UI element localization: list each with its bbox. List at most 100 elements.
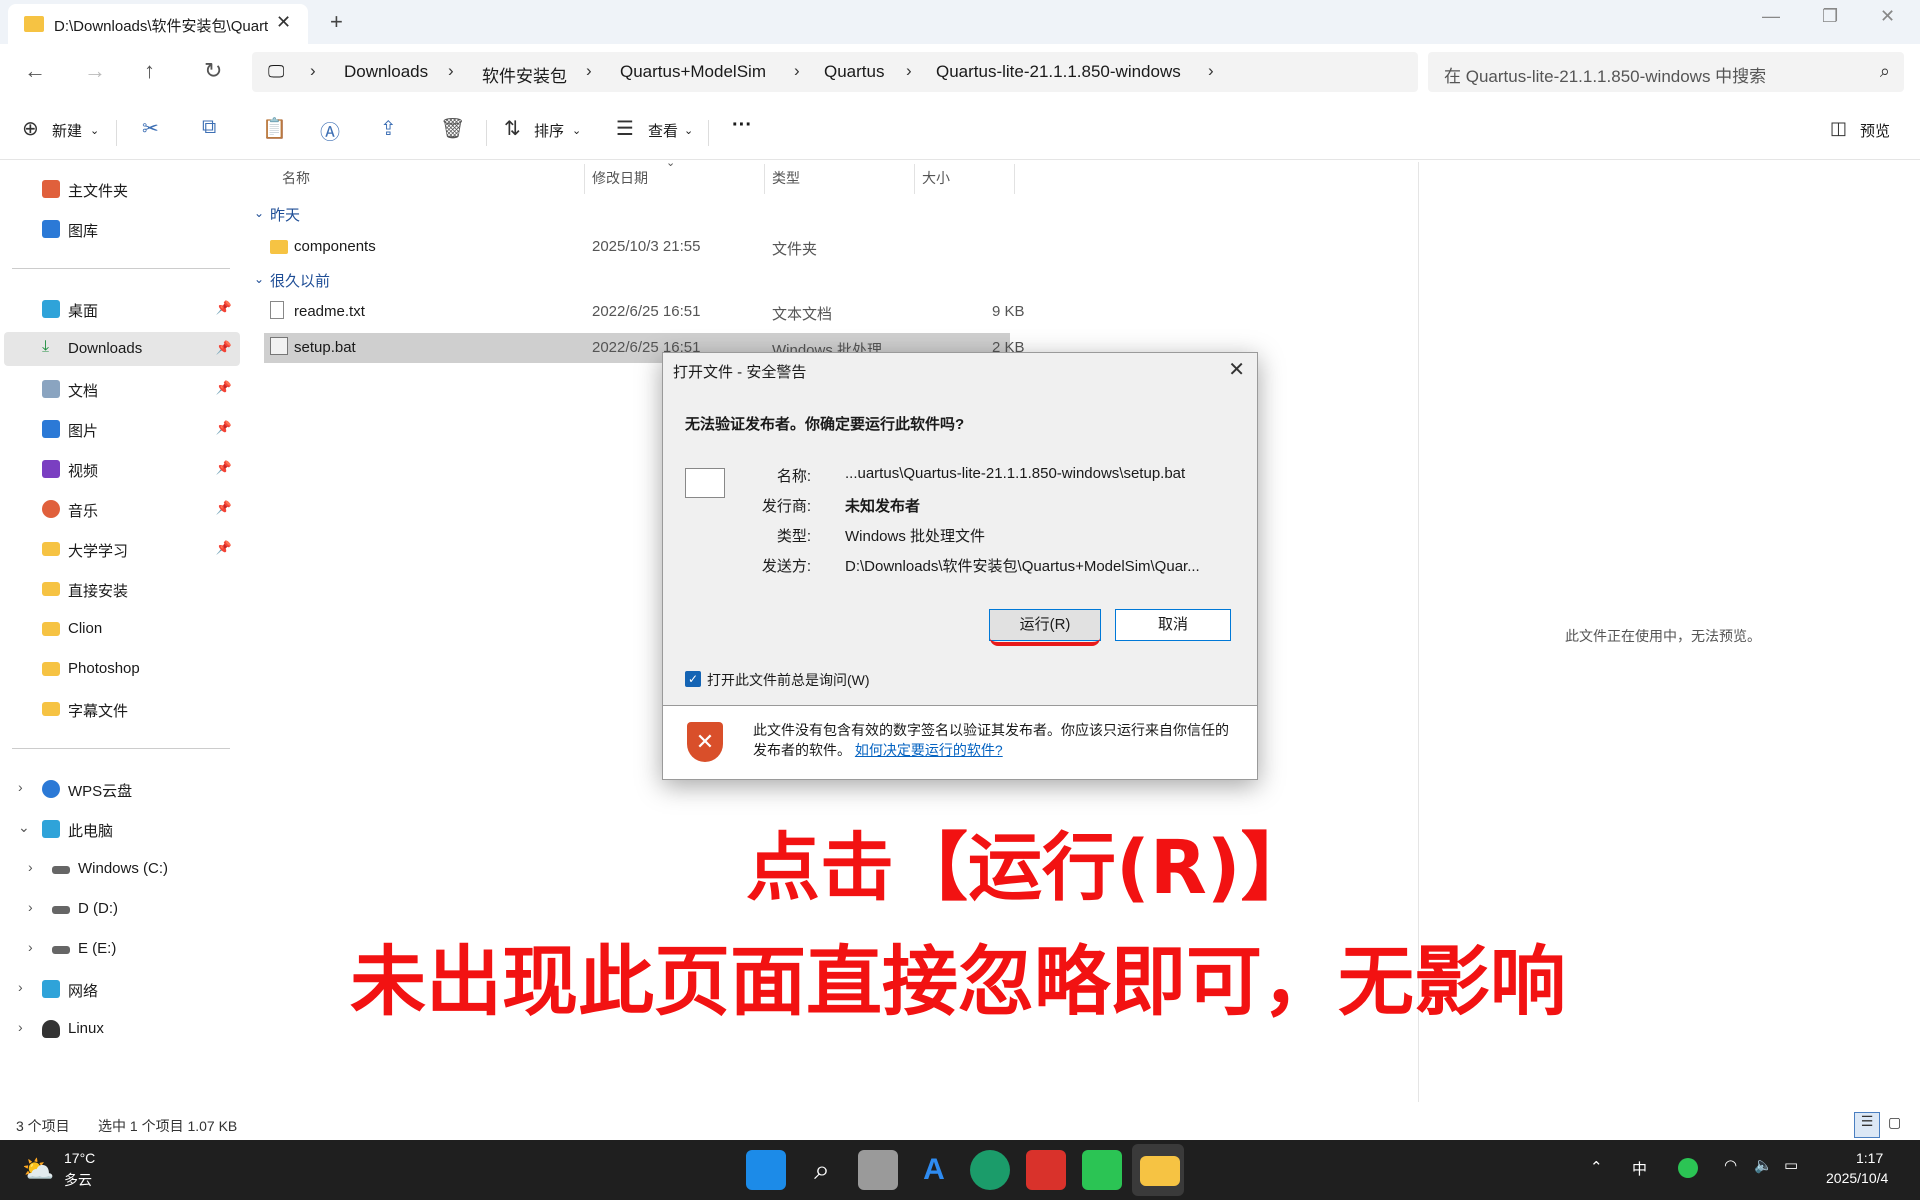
start-menu-icon[interactable] — [746, 1150, 786, 1190]
column-divider[interactable] — [914, 164, 915, 194]
chevron-right-icon[interactable]: › — [18, 1019, 23, 1035]
breadcrumb-item[interactable]: Quartus-lite-21.1.1.850-windows — [936, 62, 1181, 82]
chevron-down-icon[interactable]: ⌄ — [684, 124, 693, 137]
sidebar-item-pictures[interactable]: 图片 📌 — [4, 412, 240, 446]
chevron-right-icon[interactable]: › — [310, 61, 316, 81]
breadcrumb-item[interactable]: 软件安装包 — [482, 62, 567, 87]
pin-icon[interactable]: 📌 — [216, 500, 232, 516]
pin-icon[interactable]: 📌 — [216, 540, 232, 556]
weather-temp[interactable]: 17°C — [64, 1150, 95, 1166]
dialog-close-button[interactable]: ✕ — [1228, 357, 1245, 382]
search-icon[interactable]: ⌕ — [802, 1150, 842, 1190]
group-header[interactable]: 昨天 — [270, 204, 300, 225]
sidebar-item-direct-install[interactable]: 直接安装 — [4, 572, 240, 606]
sidebar-item-this-pc[interactable]: ⌄ 此电脑 — [4, 812, 240, 846]
sidebar-item-wps-cloud[interactable]: › WPS云盘 — [4, 772, 240, 806]
pin-icon[interactable]: 📌 — [216, 340, 232, 356]
help-link[interactable]: 如何决定要运行的软件? — [855, 742, 1003, 758]
tab-current[interactable]: D:\Downloads\软件安装包\Quartus+ModelSim\Quar… — [8, 4, 308, 44]
cancel-button[interactable]: 取消 — [1115, 609, 1231, 641]
breadcrumb-item[interactable]: Downloads — [344, 62, 428, 82]
share-icon[interactable]: ⇪ — [380, 116, 397, 141]
sidebar-item-drive-e[interactable]: › E (E:) — [4, 932, 240, 966]
preview-pane-icon[interactable]: ◫ — [1830, 118, 1847, 139]
chevron-down-icon[interactable]: ⌄ — [572, 124, 581, 137]
chevron-down-icon[interactable]: ⌄ — [90, 124, 99, 137]
sidebar-item-home[interactable]: 主文件夹 — [4, 172, 240, 206]
chevron-up-icon[interactable]: ⌃ — [1590, 1158, 1603, 1176]
breadcrumb-item[interactable]: Quartus — [824, 62, 884, 82]
sidebar-item-network[interactable]: › 网络 — [4, 972, 240, 1006]
chevron-right-icon[interactable]: › — [28, 899, 33, 915]
rename-icon[interactable]: Ⓐ — [320, 116, 340, 145]
sort-button[interactable]: 排序 — [534, 120, 564, 141]
delete-icon[interactable]: 🗑 — [440, 116, 465, 141]
tiles-view-icon[interactable]: ▢ — [1888, 1114, 1901, 1131]
tab-close-icon[interactable]: ✕ — [276, 12, 291, 33]
wps-icon[interactable] — [1026, 1150, 1066, 1190]
chevron-right-icon[interactable]: › — [28, 859, 33, 875]
chevron-right-icon[interactable]: › — [586, 61, 592, 81]
pin-icon[interactable]: 📌 — [216, 460, 232, 476]
view-icon[interactable]: ☰ — [616, 116, 634, 141]
sidebar-item-linux[interactable]: › Linux — [4, 1012, 240, 1046]
breadcrumb-item[interactable]: Quartus+ModelSim — [620, 62, 766, 82]
task-view-icon[interactable] — [858, 1150, 898, 1190]
chevron-down-icon[interactable]: ⌄ — [254, 206, 264, 220]
paste-icon[interactable]: 📋 — [262, 116, 287, 141]
clock-date[interactable]: 2025/10/4 — [1826, 1170, 1888, 1186]
column-divider[interactable] — [584, 164, 585, 194]
new-button[interactable]: 新建 — [52, 120, 82, 141]
sidebar-item-clion[interactable]: Clion — [4, 612, 240, 646]
always-ask-checkbox[interactable]: ✓ — [685, 671, 701, 687]
sidebar-item-drive-d[interactable]: › D (D:) — [4, 892, 240, 926]
copy-icon[interactable]: ⧉ — [202, 116, 216, 139]
column-header-name[interactable]: 名称 — [282, 168, 310, 188]
back-button[interactable]: ← — [24, 58, 46, 84]
sidebar-item-photoshop[interactable]: Photoshop — [4, 652, 240, 686]
sidebar-item-drive-c[interactable]: › Windows (C:) — [4, 852, 240, 886]
file-explorer-icon[interactable] — [1140, 1156, 1180, 1186]
chevron-down-icon[interactable]: ⌄ — [254, 272, 264, 286]
run-button[interactable]: 运行(R) — [989, 609, 1101, 641]
sidebar-item-downloads[interactable]: ⤓ Downloads 📌 — [4, 332, 240, 366]
column-divider[interactable] — [1014, 164, 1015, 194]
font-app-icon[interactable]: A — [914, 1150, 954, 1190]
wifi-icon[interactable]: ◠ — [1724, 1156, 1737, 1174]
ime-indicator[interactable]: 中 — [1632, 1158, 1647, 1179]
search-icon[interactable]: ⌕ — [1880, 61, 1890, 82]
column-divider[interactable] — [764, 164, 765, 194]
weather-desc[interactable]: 多云 — [64, 1170, 92, 1190]
sidebar-item-music[interactable]: 音乐 📌 — [4, 492, 240, 526]
chevron-right-icon[interactable]: › — [28, 939, 33, 955]
sidebar-item-gallery[interactable]: 图库 — [4, 212, 240, 246]
pin-icon[interactable]: 📌 — [216, 380, 232, 396]
sidebar-item-desktop[interactable]: 桌面 📌 — [4, 292, 240, 326]
clock-time[interactable]: 1:17 — [1856, 1150, 1883, 1166]
chevron-right-icon[interactable]: › — [1208, 61, 1214, 81]
column-header-date[interactable]: 修改日期 — [592, 168, 648, 188]
column-header-size[interactable]: 大小 — [922, 168, 950, 188]
restore-button[interactable]: ❐ — [1822, 6, 1838, 27]
forward-button[interactable]: → — [84, 58, 106, 84]
battery-icon[interactable]: ▭ — [1784, 1156, 1798, 1174]
computer-icon[interactable]: 🖵 — [268, 62, 284, 82]
group-header[interactable]: 很久以前 — [270, 270, 330, 291]
pin-icon[interactable]: 📌 — [216, 420, 232, 436]
weather-icon[interactable]: ⛅ — [22, 1154, 54, 1185]
refresh-button[interactable]: ↻ — [204, 58, 222, 84]
close-window-button[interactable]: ✕ — [1880, 6, 1895, 27]
new-tab-button[interactable]: + — [330, 9, 343, 35]
chevron-right-icon[interactable]: › — [906, 61, 912, 81]
chevron-right-icon[interactable]: › — [448, 61, 454, 81]
address-bar[interactable]: 🖵 › Downloads › 软件安装包 › Quartus+ModelSim… — [252, 52, 1418, 92]
column-header-type[interactable]: 类型 — [772, 168, 800, 188]
sidebar-item-study[interactable]: 大学学习 📌 — [4, 532, 240, 566]
sidebar-item-videos[interactable]: 视频 📌 — [4, 452, 240, 486]
chevron-down-icon[interactable]: ⌄ — [18, 819, 30, 836]
preview-button[interactable]: 预览 — [1860, 120, 1890, 141]
pin-icon[interactable]: 📌 — [216, 300, 232, 316]
table-row[interactable]: components 2025/10/3 21:55 文件夹 — [264, 232, 1254, 262]
search-input[interactable]: 在 Quartus-lite-21.1.1.850-windows 中搜索 ⌕ — [1428, 52, 1904, 92]
chevron-right-icon[interactable]: › — [18, 979, 23, 995]
